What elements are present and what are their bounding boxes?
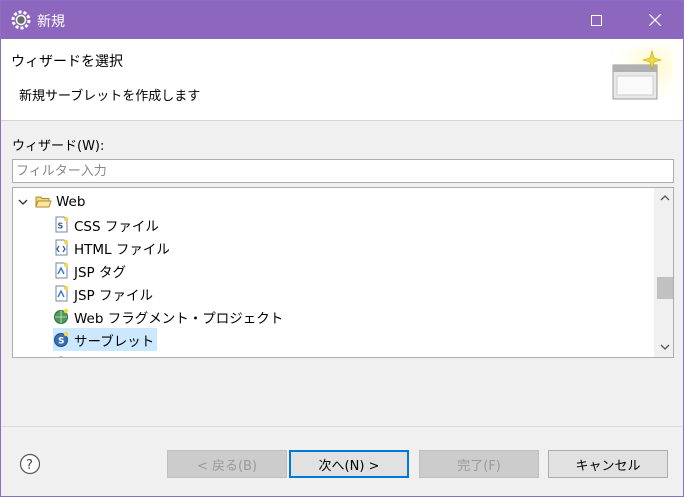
- tree-item-label: Web: [56, 193, 86, 210]
- title-bar[interactable]: 新規: [1, 1, 683, 39]
- html-file-icon: [55, 239, 69, 256]
- next-button[interactable]: 次へ(N) >: [289, 450, 409, 478]
- close-icon: [649, 14, 661, 26]
- css-file-icon: S: [55, 216, 69, 233]
- window-title: 新規: [37, 14, 65, 30]
- finish-button[interactable]: 完了(F): [419, 450, 539, 478]
- back-button[interactable]: < 戻る(B): [167, 450, 287, 478]
- servlet-icon: S: [54, 331, 69, 347]
- help-icon[interactable]: ?: [19, 453, 41, 475]
- filter-input[interactable]: [12, 159, 674, 183]
- jsp-tag-icon: [55, 262, 69, 279]
- header-title: ウィザードを選択: [11, 54, 123, 70]
- file-icon: [58, 356, 64, 357]
- svg-text:S: S: [58, 222, 64, 231]
- chevron-down-icon: [660, 344, 669, 350]
- tree-item-label: Web フラグメント・プロジェクト: [74, 310, 284, 327]
- tree-item-label: HTML ファイル: [74, 241, 170, 258]
- tree-item-label: JSP タグ: [74, 264, 126, 281]
- wizard-header: ウィザードを選択 新規サーブレットを作成します: [1, 39, 683, 121]
- close-button[interactable]: [632, 1, 678, 39]
- eclipse-gear-icon: [11, 10, 31, 30]
- tree-item-servlet[interactable]: S サーブレット: [53, 328, 158, 351]
- tree-item-jsp-tag[interactable]: JSP タグ: [53, 259, 126, 282]
- tree-item-html-file[interactable]: HTML ファイル: [53, 236, 170, 259]
- tree-item-css-file[interactable]: S CSS ファイル: [53, 213, 159, 236]
- chevron-down-icon[interactable]: [17, 197, 29, 207]
- scrollbar-thumb[interactable]: [657, 277, 673, 299]
- jsp-file-icon: [55, 285, 69, 302]
- maximize-button[interactable]: [573, 1, 619, 39]
- tree-item-label: サーブレット: [74, 333, 155, 350]
- new-wizard-dialog: 新規 ウィザードを選択 新規サーブレットを作成します ウィザード(W): フィル…: [0, 0, 684, 497]
- maximize-icon: [590, 14, 602, 26]
- tree-item-label: JSP ファイル: [74, 287, 153, 304]
- wizard-label: ウィザード(W):: [12, 139, 105, 154]
- chevron-up-icon: [660, 195, 669, 201]
- svg-text:S: S: [58, 337, 64, 347]
- tree-item-partial: [53, 351, 74, 357]
- tree-item-web-fragment-project[interactable]: Web フラグメント・プロジェクト: [53, 305, 283, 328]
- web-fragment-project-icon: [54, 308, 69, 324]
- tree-item-jsp-file[interactable]: JSP ファイル: [53, 282, 153, 305]
- scroll-down-button[interactable]: [655, 337, 673, 357]
- folder-open-icon: [35, 196, 52, 208]
- footer-separator: [1, 426, 683, 427]
- cancel-button[interactable]: キャンセル: [548, 450, 668, 478]
- new-wizard-banner-icon: [605, 47, 673, 109]
- tree-vertical-scrollbar[interactable]: [654, 188, 673, 357]
- tree-item-web[interactable]: Web: [17, 190, 85, 213]
- tree-item-label: CSS ファイル: [74, 218, 159, 235]
- scroll-up-button[interactable]: [655, 188, 673, 208]
- header-description: 新規サーブレットを作成します: [19, 89, 201, 104]
- wizard-tree[interactable]: Web S CSS ファイル HTML ファイル JSP タグ JSP ファイル…: [12, 187, 674, 358]
- svg-text:?: ?: [26, 458, 33, 473]
